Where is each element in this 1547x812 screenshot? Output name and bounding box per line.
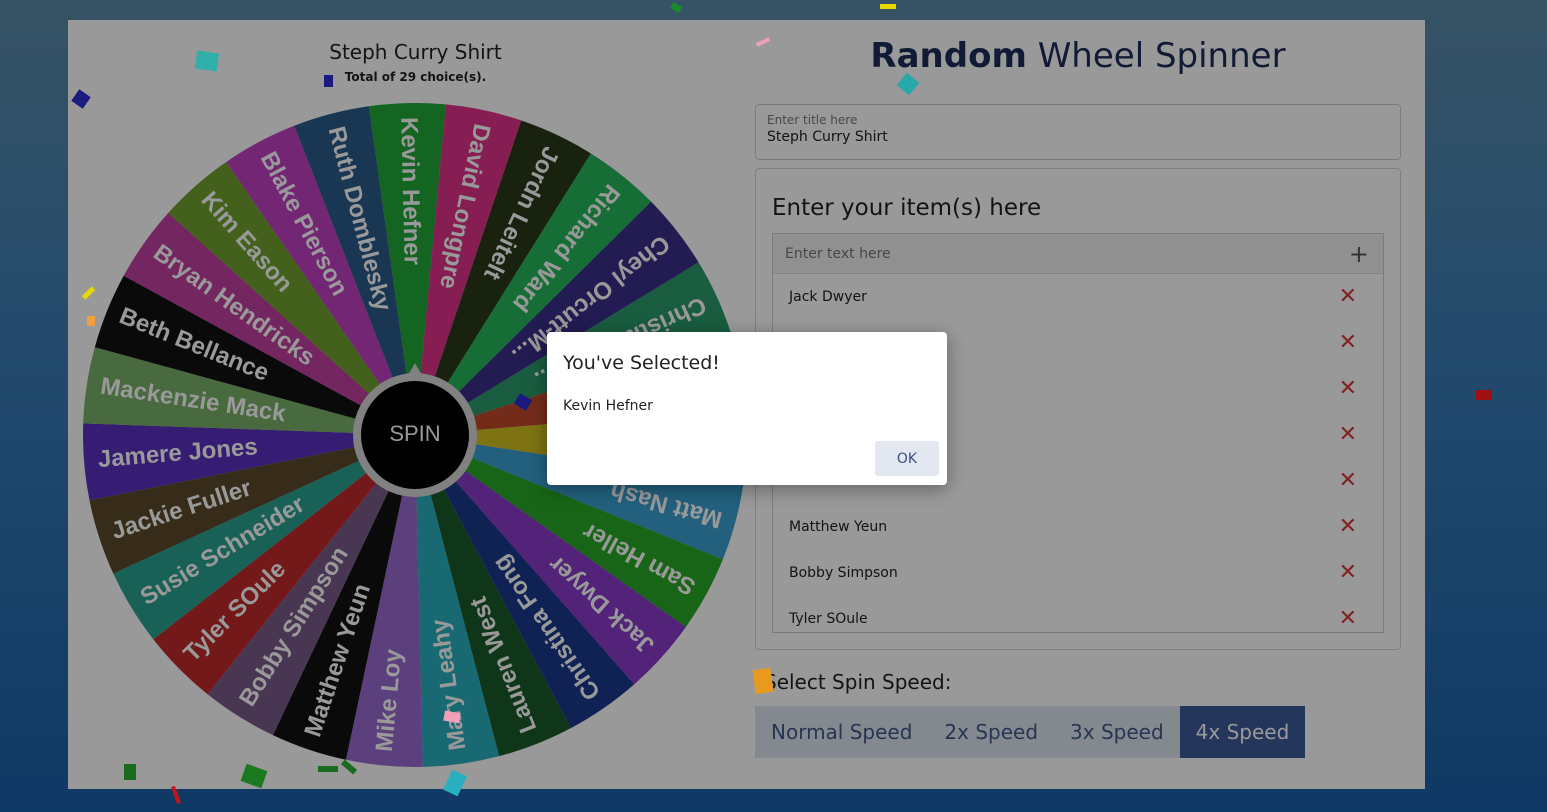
confetti-piece [87,316,95,326]
confetti-piece [880,4,896,9]
modal-ok-button[interactable]: OK [875,441,939,476]
confetti-piece [124,764,136,780]
modal-title: You've Selected! [563,352,720,374]
confetti-piece [324,75,333,87]
modal-selected-value: Kevin Hefner [563,398,653,414]
confetti-piece [318,766,338,772]
confetti-piece [194,50,220,72]
confetti-piece [1476,390,1492,400]
confetti-piece [752,667,774,695]
selection-modal: You've Selected! Kevin Hefner OK [547,332,947,485]
